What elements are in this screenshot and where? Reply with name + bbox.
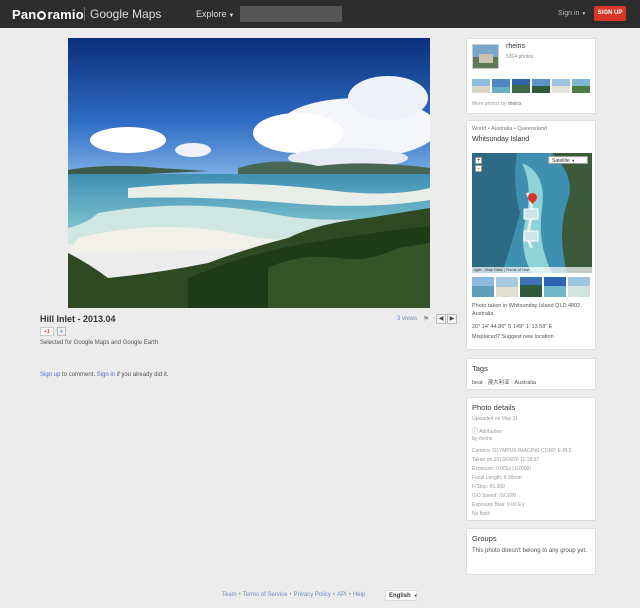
photo-taken-location: Photo taken in Whitsunday Island QLD 480…	[472, 303, 582, 317]
thumbnail[interactable]	[472, 79, 490, 93]
avatar-image	[473, 45, 498, 68]
thumbnail[interactable]	[568, 277, 590, 297]
author-name[interactable]: rheins	[506, 43, 525, 50]
attribution-author: by rheins	[472, 436, 493, 442]
exif-camera: Camera: OLYMPUS IMAGING CORP. E-PL5	[472, 448, 572, 454]
exif-flash: No flash	[472, 511, 491, 517]
photo-title: Hill Inlet - 2013.04	[40, 314, 116, 324]
logo-circle-icon	[37, 11, 47, 20]
map-type-select[interactable]: Satellite ▼	[548, 156, 588, 164]
zoom-in-button[interactable]: +	[475, 157, 482, 164]
footer-separator: •	[332, 592, 336, 598]
footer-links: Team • Terms of Service • Privacy Policy • API…	[222, 592, 365, 598]
license[interactable]: ⓘ Attribution	[472, 426, 502, 435]
explore-menu[interactable]: Explore ▼	[196, 9, 234, 19]
search-input[interactable]	[240, 6, 342, 22]
thumbnail[interactable]	[544, 277, 566, 297]
breadcrumb[interactable]: World • Australia • Queensland	[472, 126, 547, 132]
chevron-down-icon: ▼	[413, 593, 418, 598]
footer-link-terms[interactable]: Terms of Service	[243, 592, 288, 598]
tag-list[interactable]: beat · 澳大利亚 · Australia	[472, 378, 536, 386]
thumbnail[interactable]	[512, 79, 530, 93]
location-map[interactable]: + − Satellite ▼ ogle - Map Data | Terms …	[472, 153, 592, 273]
beach-photo-image	[68, 38, 430, 308]
logo-text-end: ramio	[47, 7, 84, 22]
more-photos-link[interactable]: More photos by rheins	[472, 101, 521, 107]
explore-label: Explore	[196, 9, 227, 19]
author-card: rheins 5304 photos More photos by rheins	[466, 38, 596, 114]
comment-prompt: Sign up to comment. Sign in if you alrea…	[40, 372, 168, 378]
tags-card: Tags beat · 澳大利亚 · Australia	[466, 358, 596, 390]
satellite-map-image	[472, 153, 592, 273]
exif-focal-length: Focal Length: 9.00mm	[472, 475, 522, 481]
more-photos-prefix: More photos by	[472, 101, 508, 107]
groups-text: This photo doesn't belong to any group y…	[472, 548, 587, 554]
more-photos-user: rheins	[507, 101, 522, 107]
main-photo[interactable]	[68, 38, 430, 308]
zoom-out-button[interactable]: −	[475, 165, 482, 172]
tags-heading: Tags	[472, 364, 488, 373]
chevron-down-icon: ▼	[581, 11, 587, 17]
thumbnail[interactable]	[496, 277, 518, 297]
top-bar: Pan ramio Google Maps Explore ▼ Sign in ▼ …	[0, 0, 640, 28]
footer-link-help[interactable]: Help	[353, 592, 365, 598]
place-name[interactable]: Whitsunday Island	[472, 136, 529, 143]
author-photo-count: 5304 photos	[506, 54, 534, 60]
google-maps-label[interactable]: Google Maps	[90, 7, 161, 21]
thumbnail[interactable]	[532, 79, 550, 93]
exif-date: Taken on 2013/04/20 11:18:37	[472, 457, 540, 463]
sign-in-menu[interactable]: Sign in ▼	[558, 10, 586, 17]
logo-text-start: Pan	[12, 7, 37, 22]
logo-divider	[84, 7, 85, 21]
comment-text-a: to comment.	[60, 372, 97, 378]
groups-heading: Groups	[472, 534, 497, 543]
thumbnail[interactable]	[572, 79, 590, 93]
twitter-icon[interactable]: ✦	[57, 327, 66, 336]
upload-date: Uploaded on May 11	[472, 416, 518, 422]
footer-separator: •	[289, 592, 292, 598]
nearby-thumbnails	[472, 277, 590, 297]
author-thumbnails	[472, 79, 590, 93]
thumbnail[interactable]	[520, 277, 542, 297]
chevron-down-icon: ▼	[228, 13, 235, 19]
coordinates: 20° 14' 44.86" S 149° 1' 13.59" E	[472, 324, 553, 330]
sign-in-label: Sign in	[558, 10, 580, 17]
footer-link-privacy[interactable]: Privacy Policy	[294, 592, 331, 598]
panoramio-logo[interactable]: Pan ramio	[12, 7, 84, 22]
footer-separator: •	[348, 592, 351, 598]
avatar[interactable]	[472, 44, 499, 69]
exif-exposure: Exposure: 0.001s (1/2000)	[472, 466, 531, 472]
next-photo-button[interactable]: ▶	[447, 314, 457, 324]
license-label: Attribution	[479, 429, 502, 435]
map-type-label: Satellite	[552, 158, 570, 164]
footer-link-team[interactable]: Team	[222, 592, 237, 598]
language-label: English	[389, 593, 411, 599]
thumbnail[interactable]	[552, 79, 570, 93]
suggest-location-link[interactable]: Misplaced? Suggest new location	[472, 334, 554, 340]
sign-in-link[interactable]: Sign in	[97, 372, 115, 378]
exif-iso: ISO Speed: ISO200	[472, 493, 517, 499]
info-icon: ⓘ	[472, 429, 479, 435]
sign-up-link[interactable]: Sign up	[40, 372, 60, 378]
chevron-down-icon: ▼	[571, 158, 576, 163]
gplus-button[interactable]: +1	[40, 327, 54, 336]
comment-text-b: if you already did it.	[115, 372, 169, 378]
groups-card: Groups This photo doesn't belong to any …	[466, 528, 596, 575]
location-card: World • Australia • Queensland Whitsunda…	[466, 120, 596, 350]
footer-separator: •	[238, 592, 241, 598]
thumbnail[interactable]	[472, 277, 494, 297]
exif-fstop: F/Stop: f/6.300	[472, 484, 505, 490]
map-attribution[interactable]: ogle - Map Data | Terms of Use	[472, 267, 592, 273]
previous-photo-button[interactable]: ◀	[436, 314, 446, 324]
details-heading: Photo details	[472, 403, 516, 412]
view-count: 3 views	[397, 316, 418, 322]
footer-link-api[interactable]: API	[337, 592, 347, 598]
selected-note: Selected for Google Maps and Google Eart…	[40, 340, 159, 346]
flag-icon[interactable]: ⚑	[423, 315, 431, 323]
sign-up-button[interactable]: SIGN UP	[594, 6, 626, 21]
language-select[interactable]: English ▼	[385, 590, 418, 601]
photo-details-card: Photo details Uploaded on May 11 ⓘ Attri…	[466, 397, 596, 521]
thumbnail[interactable]	[492, 79, 510, 93]
exif-bias: Exposure Bias: 0.00 EV	[472, 502, 525, 508]
